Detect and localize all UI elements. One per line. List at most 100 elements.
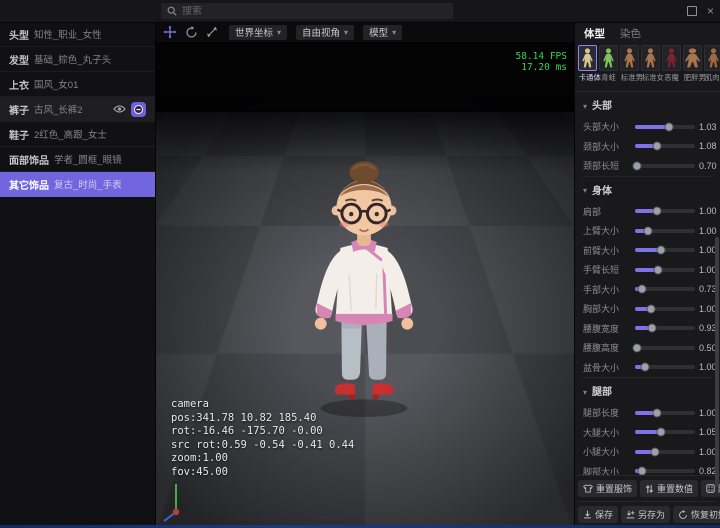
body-type-thumb[interactable]: 标准女 <box>641 45 660 83</box>
model-dropdown[interactable]: 模型 <box>363 25 402 40</box>
section-header[interactable]: 腿部 <box>583 378 712 403</box>
slider-handle[interactable] <box>657 429 664 436</box>
slider-track[interactable] <box>635 326 695 330</box>
model-label: 模型 <box>369 25 388 39</box>
slider-track[interactable] <box>635 144 695 148</box>
slider-track[interactable] <box>635 430 695 434</box>
outfit-slot-row[interactable]: 其它饰品 复古_时尚_手表 <box>0 172 155 197</box>
fps-counter: 58.14 FPS17.20 ms <box>516 51 567 73</box>
slider-track[interactable] <box>635 268 695 272</box>
body-type-label: 标准男 <box>621 72 638 82</box>
scale-tool-icon[interactable] <box>204 24 220 40</box>
slider-track[interactable] <box>635 365 695 369</box>
slot-action-button[interactable] <box>131 102 146 117</box>
chevron-down-icon <box>392 27 396 38</box>
visibility-eye-icon[interactable] <box>111 102 127 116</box>
slider-handle[interactable] <box>634 162 641 169</box>
body-type-thumb[interactable]: 标准男 <box>620 45 639 83</box>
slider-track[interactable] <box>635 469 695 473</box>
slider-label: 颈部长短 <box>583 159 631 172</box>
slider-handle[interactable] <box>652 448 659 455</box>
slider-track[interactable] <box>635 450 695 454</box>
slider-handle[interactable] <box>633 344 640 351</box>
slot-label: 发型 <box>9 52 29 67</box>
shape-slider-row: 上臂大小 1.00 <box>583 221 712 241</box>
body-type-thumb[interactable]: 肥胖男 <box>683 45 702 83</box>
body-type-thumb[interactable]: 卡通体 <box>578 45 597 83</box>
slider-track[interactable] <box>635 209 695 213</box>
maximize-icon[interactable] <box>687 6 697 16</box>
body-type-thumb[interactable]: 肌肉男 <box>704 45 720 83</box>
close-icon[interactable] <box>707 5 714 17</box>
slider-handle[interactable] <box>654 143 661 150</box>
panel-tab[interactable]: 染色 <box>620 26 641 41</box>
slider-handle[interactable] <box>654 208 661 215</box>
slider-label: 头部大小 <box>583 120 631 133</box>
collapse-caret-icon <box>583 382 587 400</box>
search-input[interactable] <box>182 6 447 17</box>
scene-canvas[interactable]: 58.14 FPS17.20 ms <box>155 42 575 528</box>
search-icon <box>167 6 177 16</box>
slot-value: 基础_棕色_丸子头 <box>34 52 146 66</box>
slider-handle[interactable] <box>654 266 661 273</box>
shape-slider-row: 腰腹高度 0.50 <box>583 338 712 358</box>
slider-track[interactable] <box>635 229 695 233</box>
search-box[interactable] <box>161 3 453 19</box>
reset-values-button[interactable]: 重置数值 <box>640 480 698 497</box>
panel-tab[interactable]: 体型 <box>584 26 605 41</box>
shape-slider-row: 颈部大小 1.08 <box>583 137 712 157</box>
save-as-button[interactable]: 另存为 <box>621 506 670 523</box>
outfit-slot-row[interactable]: 头型 知性_职业_女性 <box>0 22 155 47</box>
outfit-slot-row[interactable]: 面部饰品 学者_圆框_眼镜 <box>0 147 155 172</box>
slider-track[interactable] <box>635 125 695 129</box>
slider-handle[interactable] <box>657 247 664 254</box>
slider-handle[interactable] <box>665 123 672 130</box>
slider-track[interactable] <box>635 307 695 311</box>
panel-scrollbar[interactable] <box>715 237 719 487</box>
slider-value: 1.00 <box>699 226 717 236</box>
slider-handle[interactable] <box>654 409 661 416</box>
slider-handle[interactable] <box>649 325 656 332</box>
dice-icon <box>706 484 715 493</box>
outfit-slot-row[interactable]: 鞋子 2红色_高跟_女士 <box>0 122 155 147</box>
panel-footer: 重置服饰 重置数值 随机 保存 另存为 恢复初始 <box>575 475 720 528</box>
shape-slider-row: 头部大小 1.03 <box>583 117 712 137</box>
slider-track[interactable] <box>635 346 695 350</box>
body-type-label: 青蛙 <box>600 72 617 82</box>
slider-sections: 头部 头部大小 1.03 颈部大小 1.08 颈部长短 <box>575 92 720 475</box>
slider-value: 1.00 <box>699 408 717 418</box>
slider-label: 腰腹宽度 <box>583 322 631 335</box>
body-type-label: 肌肉男 <box>705 72 720 82</box>
slider-handle[interactable] <box>648 305 655 312</box>
camera-view-dropdown[interactable]: 自由视角 <box>296 25 354 40</box>
move-tool-icon[interactable] <box>162 24 178 40</box>
section-header[interactable]: 身体 <box>583 177 712 202</box>
camera-view-label: 自由视角 <box>302 25 340 39</box>
section-title: 头部 <box>592 97 612 112</box>
collapse-caret-icon <box>583 96 587 114</box>
slider-track[interactable] <box>635 287 695 291</box>
slider-handle[interactable] <box>641 364 648 371</box>
body-type-thumb[interactable]: 青蛙 <box>599 45 618 83</box>
restore-initial-button[interactable]: 恢复初始 <box>673 506 720 523</box>
slider-handle[interactable] <box>639 468 646 475</box>
viewport-toolbar: 世界坐标 自由视角 模型 <box>155 22 575 42</box>
rotate-tool-icon[interactable] <box>183 24 199 40</box>
outfit-slot-row[interactable]: 上衣 国风_女01 <box>0 72 155 97</box>
outfit-slot-row[interactable]: 发型 基础_棕色_丸子头 <box>0 47 155 72</box>
slider-handle[interactable] <box>644 227 651 234</box>
slot-value: 学者_圆框_眼镜 <box>54 152 146 166</box>
section-header[interactable]: 头部 <box>583 92 712 117</box>
slider-track[interactable] <box>635 248 695 252</box>
slot-value: 2红色_高跟_女士 <box>34 127 146 141</box>
save-button[interactable]: 保存 <box>578 506 618 523</box>
outfit-slot-row[interactable]: 裤子 古风_长裤2 <box>0 97 155 122</box>
slider-handle[interactable] <box>639 286 646 293</box>
reset-outfit-button[interactable]: 重置服饰 <box>578 480 637 497</box>
slider-value: 1.00 <box>699 245 717 255</box>
shape-slider-row: 肩部 1.00 <box>583 202 712 222</box>
slider-track[interactable] <box>635 164 695 168</box>
slider-track[interactable] <box>635 411 695 415</box>
coordinate-space-dropdown[interactable]: 世界坐标 <box>229 25 287 40</box>
body-type-thumb[interactable]: 恶魔 <box>662 45 681 83</box>
